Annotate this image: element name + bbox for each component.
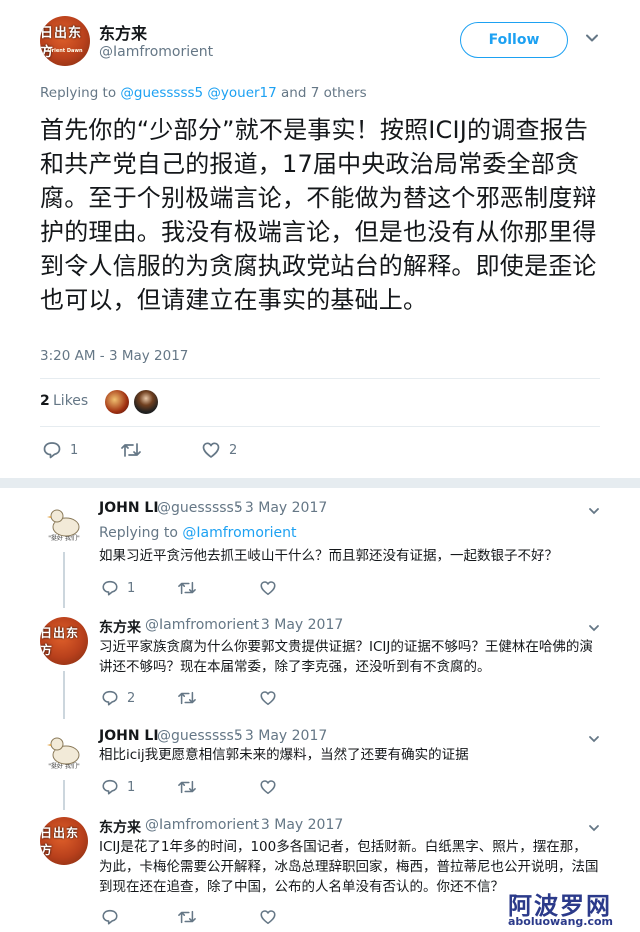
like-button[interactable] [259,689,277,707]
follow-button[interactable]: Follow [460,22,568,58]
author-name[interactable]: 东方来 [99,20,147,44]
divider [40,378,600,379]
replying-user-link[interactable]: @Iamfromorient [182,525,296,541]
replying-user-link[interactable]: @youer17 [207,85,276,101]
section-divider [0,478,640,488]
replying-prefix: Replying to [40,85,117,101]
reply-author-name[interactable]: JOHN LI [99,500,159,516]
reply-count: 1 [127,580,136,596]
reply-icon [102,690,118,706]
reply-button[interactable] [101,908,119,926]
author-handle[interactable]: @Iamfromorient [99,44,213,60]
reply-button[interactable]: 1 [42,440,78,460]
reply-text: 如果习近平贪污他去抓王岐山干什么？而且郭还没有证据，一起数银子不好？ [99,548,558,564]
retweet-icon [178,691,196,705]
avatar-text: 日出东方 [40,26,83,60]
replying-user-link[interactable]: @guesssss5 [120,85,203,101]
like-button[interactable] [259,908,277,926]
reply-author-handle[interactable]: @Iamfromorient [145,817,259,833]
reply-button[interactable]: 1 [101,579,135,597]
retweet-button[interactable] [120,440,150,460]
avatar-subtext: Orient Dawn [47,48,83,54]
reply-author-name[interactable]: 东方来 [99,817,141,837]
like-icon [260,691,276,706]
like-icon [260,910,276,925]
like-icon [260,581,276,596]
tweet-text: 首先你的“少部分”就不是事实！按照ICIJ的调查报告和共产党自己的报道，17届中… [40,116,597,314]
duck-avatar-icon [47,509,80,537]
reply-author-name[interactable]: 东方来 [99,617,141,637]
reply-avatar[interactable]: 日出东方 [40,617,88,665]
reply-date[interactable]: · 3 May 2017 [252,617,343,633]
reply-icon [43,442,61,459]
watermark-url: aboluowang.com [508,915,614,928]
like-icon [202,442,220,458]
reply-icon [102,909,118,925]
retweet-icon [178,581,196,595]
thread-line [63,780,65,810]
retweet-button[interactable] [177,778,197,796]
chevron-down-icon[interactable] [588,733,600,745]
reply-text: 相比icij我更愿意相信郭未来的爆料，当然了还要有确实的证据 [99,747,469,763]
chevron-down-icon[interactable] [588,505,600,517]
watermark: 阿波罗网 aboluowang.com [500,884,640,932]
thread-line [63,671,65,719]
likes-label[interactable]: Likes [53,393,88,409]
reply-count: 1 [127,779,136,795]
chevron-down-icon[interactable] [584,30,600,46]
avatar-text: 日出东方 [40,826,80,857]
reply-date[interactable]: · 3 May 2017 [236,728,327,744]
reply-author-handle[interactable]: @guesssss5 [157,728,243,744]
thread-line [63,552,65,608]
author-avatar[interactable]: 日出东方 Orient Dawn [40,16,90,66]
retweet-icon [121,443,141,457]
replying-others[interactable]: and 7 others [281,85,367,101]
replying-prefix: Replying to [99,525,178,541]
like-count: 2 [229,442,238,458]
reply-author-handle[interactable]: @Iamfromorient [145,617,259,633]
replying-to: Replying to @Iamfromorient [99,525,297,541]
tweet-timestamp[interactable]: 3:20 AM - 3 May 2017 [40,348,188,364]
retweet-icon [178,910,196,924]
chevron-down-icon[interactable] [588,822,600,834]
chevron-down-icon[interactable] [588,622,600,634]
duck-avatar-icon [47,737,80,765]
reply-text: 习近平家族贪腐为什么你要郭文贵提供证据？ICIJ的证据不够吗？王健林在哈佛的演讲… [99,639,593,675]
reply-count: 1 [70,442,79,458]
reply-avatar[interactable]: "挺好 我们" [40,500,88,548]
like-button[interactable] [259,579,277,597]
reply-button[interactable]: 1 [101,778,135,796]
divider [40,426,600,427]
retweet-icon [178,780,196,794]
reply-button[interactable]: 2 [101,689,135,707]
like-button[interactable]: 2 [201,440,237,460]
replying-to: Replying to @guesssss5 @youer17 and 7 ot… [40,85,367,101]
reply-date[interactable]: · 3 May 2017 [236,500,327,516]
retweet-button[interactable] [177,689,197,707]
like-button[interactable] [259,778,277,796]
reply-icon [102,779,118,795]
reply-date[interactable]: · 3 May 2017 [252,817,343,833]
likes-count[interactable]: 2 [40,393,50,409]
like-icon [260,780,276,795]
reply-author-name[interactable]: JOHN LI [99,728,159,744]
reply-author-handle[interactable]: @guesssss5 [157,500,243,516]
liker-avatar[interactable] [105,390,129,414]
reply-avatar[interactable]: 日出东方 [40,817,88,865]
liker-avatar[interactable] [134,390,158,414]
reply-avatar[interactable]: "挺好 我们" [40,728,88,776]
reply-count: 2 [127,690,136,706]
avatar-text: 日出东方 [40,626,80,657]
retweet-button[interactable] [177,908,197,926]
reply-icon [102,580,118,596]
retweet-button[interactable] [177,579,197,597]
